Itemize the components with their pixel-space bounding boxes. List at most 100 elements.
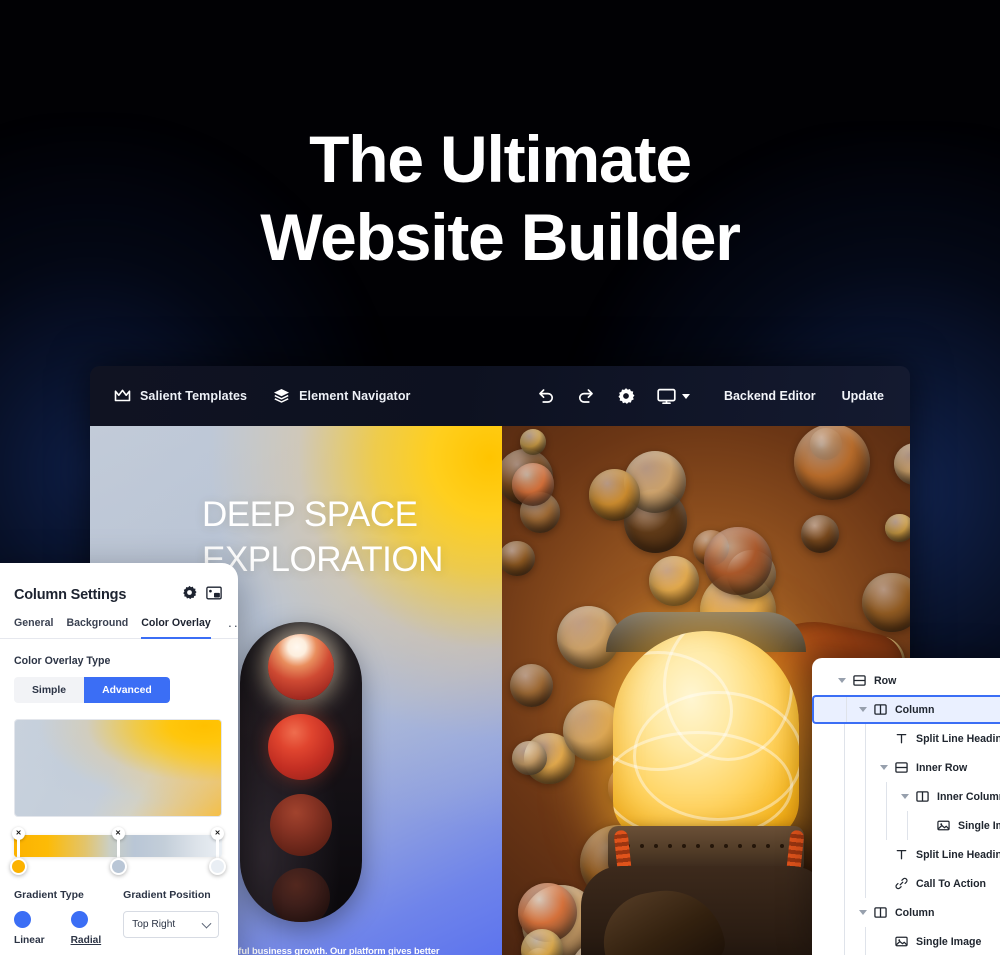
tree-item-split-line-heading[interactable]: Split Line Heading xyxy=(812,840,1000,869)
element-navigator-label: Element Navigator xyxy=(299,389,411,403)
page-root: The Ultimate Website Builder Salient Tem… xyxy=(0,0,1000,955)
tree-item-label: Split Line Heading xyxy=(916,732,1000,745)
canvas-paragraph: successful business growth. Our platform… xyxy=(202,945,440,955)
radio-icon[interactable] xyxy=(70,911,88,928)
tree-guide-line xyxy=(865,811,866,840)
settings-tab-background[interactable]: Background xyxy=(66,617,128,639)
column-icon xyxy=(916,790,929,803)
gradient-stop-color-swatch[interactable] xyxy=(109,858,127,875)
chevron-down-icon[interactable] xyxy=(859,910,867,915)
backend-editor-button[interactable]: Backend Editor xyxy=(724,389,816,403)
gradient-position-select[interactable]: Top Right xyxy=(123,911,220,938)
moon-phases-image[interactable] xyxy=(240,622,362,922)
tree-guide-line xyxy=(844,927,845,955)
tree-guide-line xyxy=(844,898,845,927)
gradient-type-linear[interactable]: Linear xyxy=(14,911,45,946)
gradient-type-label: Gradient Type xyxy=(14,889,84,901)
text-icon xyxy=(895,732,908,745)
chevron-down-icon xyxy=(201,918,212,929)
tree-guide-line xyxy=(844,724,845,753)
responsive-preview-icon[interactable] xyxy=(206,586,222,605)
gear-icon[interactable] xyxy=(182,585,197,605)
gradient-preview[interactable] xyxy=(14,719,222,817)
gradient-options-row: Gradient Type Linear Radial Gradient Posi… xyxy=(14,889,224,946)
astronaut-helmet-visor xyxy=(613,631,799,841)
tree-item-column[interactable]: Column xyxy=(812,695,1000,724)
settings-panel-header-icons xyxy=(182,585,222,605)
tree-guide-line xyxy=(865,840,866,869)
settings-panel-title: Column Settings xyxy=(14,587,127,603)
tree-item-label: Single Image xyxy=(958,819,1000,832)
settings-tab-color-overlay[interactable]: Color Overlay xyxy=(141,617,211,639)
tree-item-row[interactable]: Row xyxy=(812,666,1000,695)
salient-templates-button[interactable]: Salient Templates xyxy=(114,389,247,403)
helmet-rivet xyxy=(766,844,770,848)
tree-item-column[interactable]: Column xyxy=(812,898,1000,927)
device-preview-selector[interactable] xyxy=(657,388,690,405)
tree-item-call-to-action[interactable]: Call To Action xyxy=(812,869,1000,898)
gear-icon[interactable] xyxy=(617,387,635,405)
overlay-type-advanced-button[interactable]: Advanced xyxy=(84,677,170,703)
bubble xyxy=(793,426,871,501)
undo-icon[interactable] xyxy=(537,387,555,405)
row-icon xyxy=(895,761,908,774)
settings-tab-general[interactable]: General xyxy=(14,617,53,639)
tree-guide-line xyxy=(844,869,845,898)
helmet-rivet xyxy=(780,844,784,848)
bubble xyxy=(509,663,554,708)
hero-section: The Ultimate Website Builder xyxy=(0,120,1000,276)
tree-item-single-image[interactable]: Single Image xyxy=(812,811,1000,840)
redo-icon[interactable] xyxy=(577,387,595,405)
chevron-down-icon[interactable] xyxy=(901,794,909,799)
bubble xyxy=(511,463,555,506)
tree-guide-line xyxy=(844,811,845,840)
bubble xyxy=(885,513,910,543)
layers-icon xyxy=(273,388,290,404)
bubble xyxy=(512,740,547,776)
tree-guide-line xyxy=(846,697,847,722)
gradient-type-radial[interactable]: Radial xyxy=(70,911,101,946)
overlay-type-simple-button[interactable]: Simple xyxy=(14,677,85,703)
toolbar-actions: Backend Editor Update xyxy=(724,389,884,403)
helmet-rivets xyxy=(626,844,786,850)
tree-guide-line xyxy=(865,869,866,898)
radio-icon[interactable] xyxy=(14,911,31,928)
column-icon xyxy=(874,703,887,716)
tree-item-label: Single Image xyxy=(916,935,982,948)
settings-tabs-overflow-button[interactable]: ··· xyxy=(228,618,238,639)
chevron-down-icon[interactable] xyxy=(838,678,846,683)
helmet-rivet xyxy=(724,844,728,848)
gradient-stop-color-swatch[interactable] xyxy=(10,858,27,875)
row-icon xyxy=(853,674,866,687)
bubble xyxy=(894,443,910,486)
tree-item-inner-column[interactable]: Inner Column xyxy=(812,782,1000,811)
tree-item-label: Split Line Heading xyxy=(916,848,1000,861)
element-navigator-button[interactable]: Element Navigator xyxy=(273,388,410,404)
tree-item-label: Inner Row xyxy=(916,761,968,774)
moon-phase-3 xyxy=(270,794,332,856)
helmet-rivet xyxy=(682,844,686,848)
gradient-type-label-linear: Linear xyxy=(14,935,45,946)
bubble xyxy=(649,555,699,606)
tree-item-label: Inner Column xyxy=(937,790,1000,803)
overlay-type-segmented-control: Simple Advanced xyxy=(14,677,170,703)
update-button[interactable]: Update xyxy=(842,389,884,403)
settings-panel-body: Color Overlay Type Simple Advanced ✕ ✕ ✕ Gr… xyxy=(0,639,238,946)
gradient-stops-slider[interactable]: ✕ ✕ ✕ xyxy=(10,827,226,875)
tree-item-single-image[interactable]: Single Image xyxy=(812,927,1000,955)
tree-item-label: Row xyxy=(874,674,897,687)
chevron-down-icon[interactable] xyxy=(859,707,867,712)
gradient-stop-color-swatch[interactable] xyxy=(209,858,226,875)
tree-guide-line xyxy=(886,782,887,811)
chevron-down-icon xyxy=(681,393,690,399)
gradient-position-group: Gradient Position Top Right xyxy=(123,889,220,946)
helmet-rivet xyxy=(738,844,742,848)
tree-item-inner-row[interactable]: Inner Row xyxy=(812,753,1000,782)
column-icon xyxy=(874,906,887,919)
moon-phase-2 xyxy=(268,714,334,780)
chevron-down-icon[interactable] xyxy=(880,765,888,770)
tree-item-split-line-heading[interactable]: Split Line Heading xyxy=(812,724,1000,753)
tree-item-label: Column xyxy=(895,906,935,919)
bubble xyxy=(861,572,910,633)
settings-panel-header: Column Settings xyxy=(0,563,238,605)
